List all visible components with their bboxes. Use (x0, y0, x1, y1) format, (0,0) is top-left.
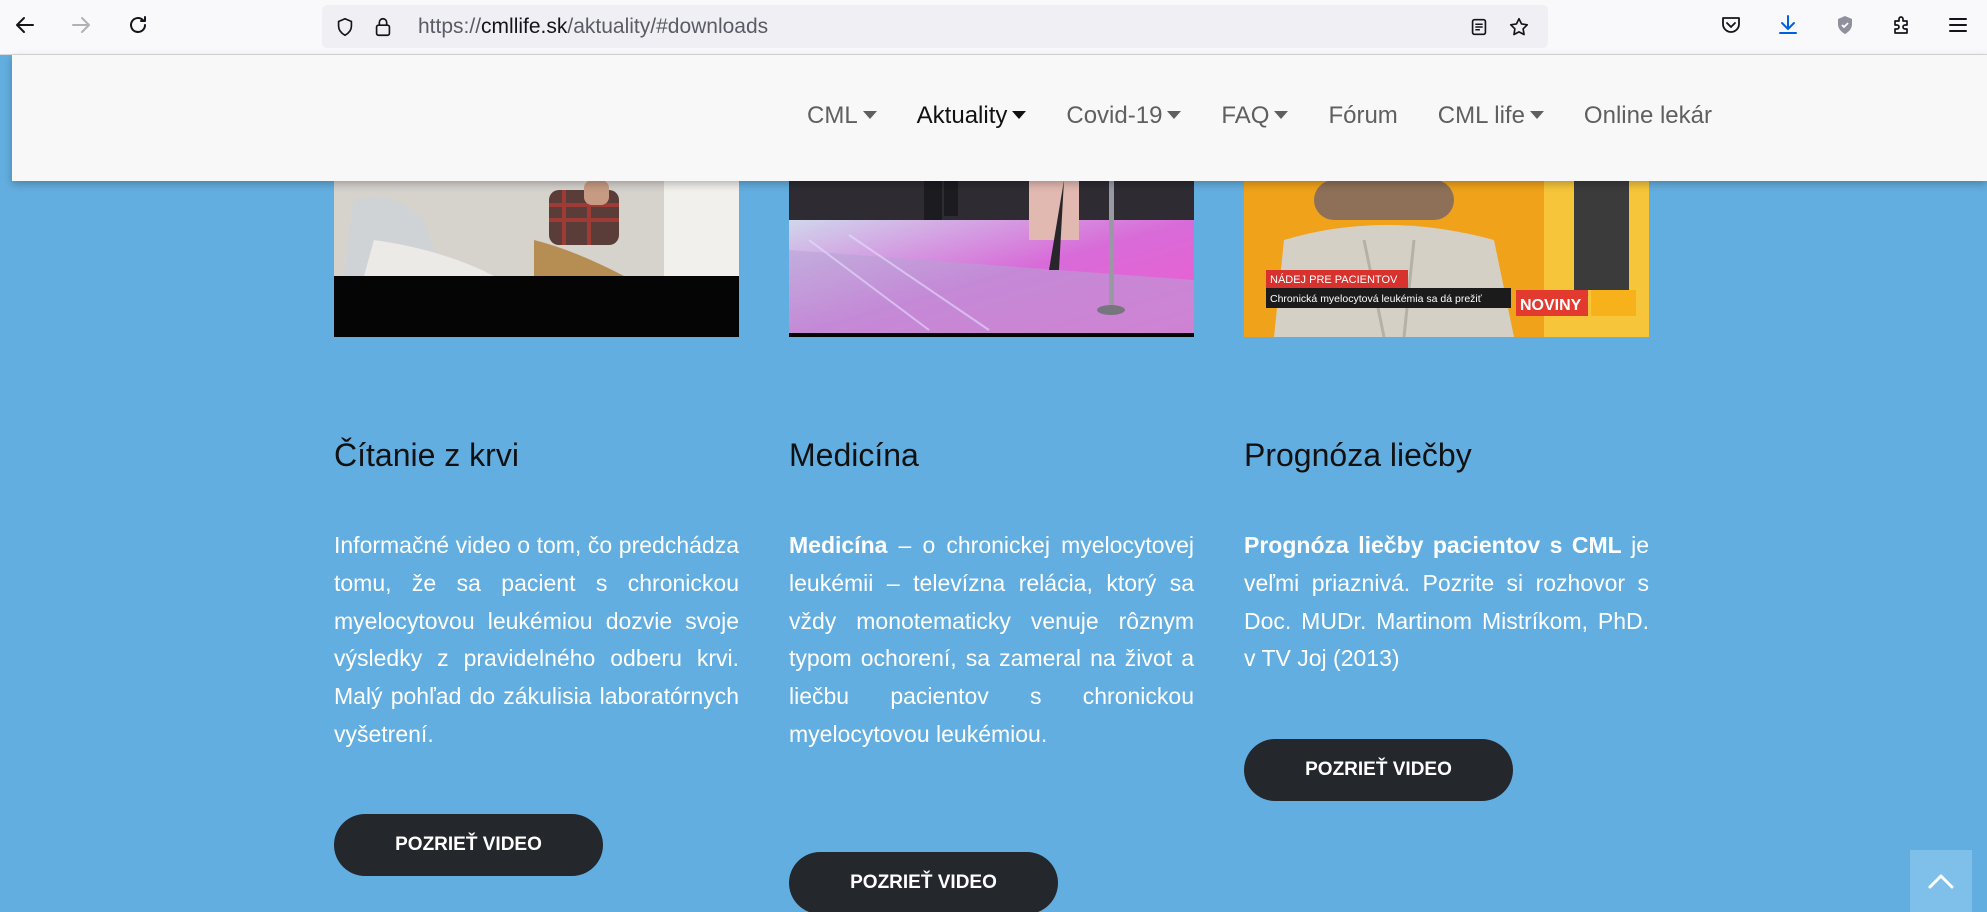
watch-video-button[interactable]: POZRIEŤ VIDEO (1244, 739, 1513, 801)
shield-icon[interactable] (334, 16, 356, 38)
nav-label: CML (807, 102, 858, 129)
reload-icon (130, 16, 146, 33)
nav-item-faq[interactable]: FAQ (1221, 102, 1289, 130)
thumbnail-tag-text: NÁDEJ PRE PACIENTOV (1270, 273, 1398, 286)
card-description: Prognóza liečby pacientov s CML je veľmi… (1244, 527, 1649, 678)
nav-item-cml-life[interactable]: CML life (1438, 102, 1544, 130)
hamburger-menu-icon (1949, 18, 1967, 32)
video-thumbnail-image: NÁDEJ PRE PACIENTOV Chronická myelocytov… (1244, 180, 1649, 337)
video-thumbnail-image (334, 180, 739, 337)
card-title: Prognóza liečby (1244, 437, 1472, 473)
url-bar[interactable]: https://cmllife.sk/aktuality/#downloads (322, 5, 1548, 48)
watch-video-button[interactable]: POZRIEŤ VIDEO (334, 814, 603, 876)
watch-video-button[interactable]: POZRIEŤ VIDEO (789, 852, 1058, 912)
caret-down-icon (1274, 111, 1289, 119)
card-description: Medicína – o chronickej myelocytovej leu… (789, 527, 1194, 754)
forward-button[interactable] (66, 10, 96, 40)
browser-toolbar: https://cmllife.sk/aktuality/#downloads (0, 0, 1987, 55)
video-thumbnail-medicina[interactable] (789, 180, 1194, 337)
video-thumbnail-image (789, 180, 1194, 337)
menu-button[interactable] (1943, 10, 1973, 40)
reload-button[interactable] (123, 10, 153, 40)
card-description-bold: Medicína (789, 532, 888, 558)
url-host: cmllife.sk (481, 15, 568, 38)
nav-label: Aktuality (916, 102, 1008, 129)
card-description: Informačné video o tom, čo predchádza to… (334, 527, 739, 754)
nav-label: Online lekár (1583, 102, 1712, 129)
pocket-button[interactable] (1716, 10, 1746, 40)
nav-item-forum[interactable]: Fórum (1328, 102, 1397, 130)
caret-down-icon (1167, 111, 1182, 119)
downloads-button[interactable] (1773, 10, 1803, 40)
extension-button[interactable] (1830, 10, 1860, 40)
main-navigation: CML Aktuality Covid-19 FAQ Fórum CML lif… (807, 102, 1752, 130)
video-thumbnail-prognoza[interactable]: NÁDEJ PRE PACIENTOV Chronická myelocytov… (1244, 180, 1649, 337)
card-title: Čítanie z krvi (334, 437, 519, 473)
url-path: /aktuality/#downloads (567, 15, 769, 38)
lock-icon[interactable] (372, 16, 394, 38)
nav-item-online-lekar[interactable]: Online lekár (1584, 102, 1712, 130)
nav-label: Covid-19 (1066, 102, 1163, 129)
puzzle-icon (1894, 16, 1908, 34)
download-icon (1779, 15, 1797, 34)
star-bookmark-icon[interactable] (1508, 16, 1530, 38)
card-description-text: Informačné video o tom, čo predchádza to… (334, 532, 739, 747)
card-description-bold: Prognóza liečby pacientov s CML (1244, 532, 1622, 558)
pocket-icon (1722, 17, 1740, 33)
shield-extension-icon (1838, 16, 1852, 34)
nav-label: FAQ (1221, 102, 1270, 129)
nav-label: CML life (1437, 102, 1525, 129)
caret-down-icon (1012, 111, 1027, 119)
arrow-right-icon (72, 17, 90, 33)
nav-item-cml[interactable]: CML (807, 102, 877, 130)
extensions-button[interactable] (1887, 10, 1917, 40)
scroll-to-top-button[interactable] (1910, 850, 1972, 912)
back-button[interactable] (10, 10, 40, 40)
thumbnail-caption-text: Chronická myelocytová leukémia sa dá pre… (1270, 293, 1483, 305)
caret-down-icon (862, 111, 877, 119)
card-description-text: – o chronickej myelocytovej leukémii – t… (789, 532, 1194, 747)
site-header: CML Aktuality Covid-19 FAQ Fórum CML lif… (12, 55, 1987, 181)
url-text[interactable]: https://cmllife.sk/aktuality/#downloads (418, 15, 768, 39)
nav-item-aktuality[interactable]: Aktuality (917, 102, 1027, 130)
caret-down-icon (1529, 111, 1544, 119)
reader-view-icon[interactable] (1468, 16, 1490, 38)
chevron-up-icon (1928, 874, 1954, 889)
arrow-left-icon (16, 17, 34, 33)
thumbnail-brand-text: NOVINY (1520, 297, 1582, 314)
nav-label: Fórum (1328, 102, 1398, 129)
url-scheme: https:// (418, 15, 482, 38)
card-title: Medicína (789, 437, 919, 473)
nav-item-covid-19[interactable]: Covid-19 (1066, 102, 1182, 130)
video-thumbnail-citanie[interactable] (334, 180, 739, 337)
